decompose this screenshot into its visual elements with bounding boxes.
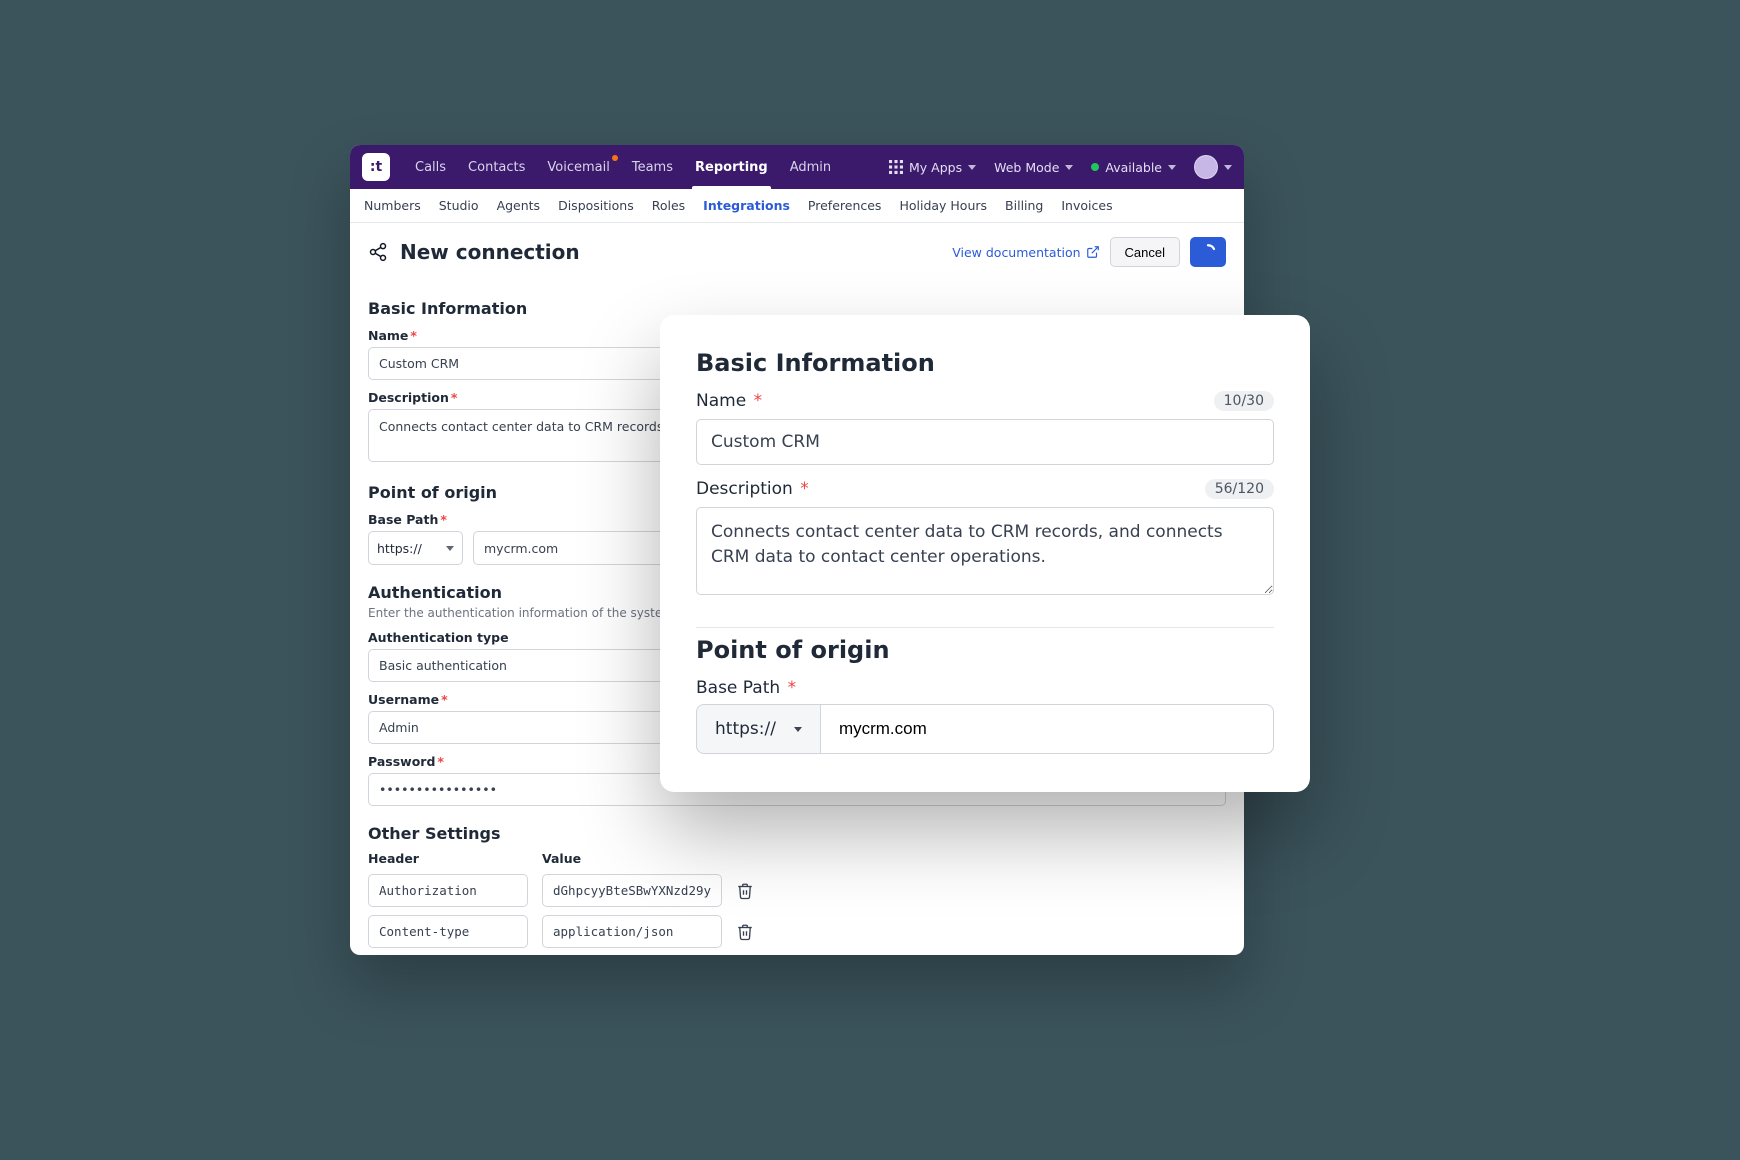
notification-dot-icon — [612, 155, 618, 161]
name-char-count: 10/30 — [1214, 391, 1274, 411]
top-navbar: :t Calls Contacts Voicemail Teams Report… — [350, 145, 1244, 189]
protocol-select[interactable]: https:// — [368, 531, 463, 565]
protocol-value: https:// — [377, 541, 422, 556]
card-protocol-select[interactable]: https:// — [696, 704, 820, 754]
web-mode-menu[interactable]: Web Mode — [994, 160, 1073, 175]
card-section-origin: Point of origin — [696, 636, 1274, 664]
card-base-url-input[interactable] — [820, 704, 1274, 754]
nav-label: Voicemail — [547, 160, 609, 175]
nav-contacts[interactable]: Contacts — [457, 145, 536, 189]
apps-grid-icon — [889, 160, 903, 174]
header-value-input[interactable] — [542, 915, 722, 948]
subnav-dispositions[interactable]: Dispositions — [558, 198, 634, 213]
share-icon — [368, 242, 388, 262]
subnav-integrations[interactable]: Integrations — [703, 198, 790, 213]
subnav-billing[interactable]: Billing — [1005, 198, 1043, 213]
page-title: New connection — [400, 240, 940, 264]
external-link-icon — [1086, 245, 1100, 259]
avatar — [1194, 155, 1218, 179]
card-section-basic: Basic Information — [696, 349, 1274, 377]
doc-link-label: View documentation — [952, 245, 1080, 260]
required-icon: * — [441, 692, 448, 707]
card-name-label: Name * — [696, 391, 762, 411]
required-icon: * — [754, 391, 763, 411]
page-actions: View documentation Cancel — [952, 237, 1226, 267]
nav-label: Calls — [415, 160, 446, 175]
required-icon: * — [440, 512, 447, 527]
nav-label: Admin — [790, 160, 831, 175]
save-button[interactable] — [1190, 237, 1226, 267]
page-header: New connection View documentation Cancel — [350, 223, 1244, 275]
card-name-input[interactable] — [696, 419, 1274, 465]
header-name-input[interactable] — [368, 915, 528, 948]
detail-card: Basic Information Name * 10/30 Descripti… — [660, 315, 1310, 792]
trash-icon[interactable] — [736, 882, 754, 900]
nav-teams[interactable]: Teams — [621, 145, 684, 189]
status-dot-icon — [1091, 163, 1099, 171]
secondary-nav: Numbers Studio Agents Dispositions Roles… — [350, 189, 1244, 223]
header-row — [368, 915, 1226, 948]
user-menu[interactable] — [1194, 155, 1232, 179]
subnav-invoices[interactable]: Invoices — [1061, 198, 1112, 213]
chevron-down-icon — [968, 165, 976, 170]
column-header-header: Header — [368, 851, 528, 866]
spinner-icon — [1199, 243, 1217, 261]
presence-menu[interactable]: Available — [1091, 160, 1176, 175]
divider — [696, 627, 1274, 628]
nav-voicemail[interactable]: Voicemail — [536, 145, 620, 189]
header-value-input[interactable] — [542, 874, 722, 907]
subnav-numbers[interactable]: Numbers — [364, 198, 421, 213]
app-logo[interactable]: :t — [362, 153, 390, 181]
card-basepath-label: Base Path * — [696, 678, 1274, 698]
nav-label: Teams — [632, 160, 673, 175]
chevron-down-icon — [794, 727, 802, 732]
my-apps-label: My Apps — [909, 160, 962, 175]
cancel-button[interactable]: Cancel — [1110, 237, 1180, 267]
nav-admin[interactable]: Admin — [779, 145, 842, 189]
nav-reporting[interactable]: Reporting — [684, 145, 779, 189]
card-description-label: Description * — [696, 479, 809, 499]
required-icon: * — [800, 479, 809, 499]
nav-calls[interactable]: Calls — [404, 145, 457, 189]
my-apps-menu[interactable]: My Apps — [889, 160, 976, 175]
section-other-title: Other Settings — [368, 824, 1226, 843]
status-label: Available — [1105, 160, 1162, 175]
subnav-preferences[interactable]: Preferences — [808, 198, 882, 213]
nav-label: Contacts — [468, 160, 525, 175]
subnav-holiday-hours[interactable]: Holiday Hours — [899, 198, 987, 213]
required-icon: * — [410, 328, 417, 343]
trash-icon[interactable] — [736, 923, 754, 941]
nav-label: Reporting — [695, 160, 768, 175]
required-icon: * — [437, 754, 444, 769]
subnav-roles[interactable]: Roles — [652, 198, 685, 213]
view-documentation-link[interactable]: View documentation — [952, 245, 1099, 260]
card-description-input[interactable]: Connects contact center data to CRM reco… — [696, 507, 1274, 595]
column-header-value: Value — [542, 851, 722, 866]
topbar-right: My Apps Web Mode Available — [889, 155, 1232, 179]
required-icon: * — [788, 678, 797, 698]
chevron-down-icon — [1065, 165, 1073, 170]
subnav-agents[interactable]: Agents — [497, 198, 541, 213]
required-icon: * — [451, 390, 458, 405]
header-name-input[interactable] — [368, 874, 528, 907]
chevron-down-icon — [1224, 165, 1232, 170]
primary-nav: Calls Contacts Voicemail Teams Reporting… — [404, 145, 842, 189]
web-mode-label: Web Mode — [994, 160, 1059, 175]
subnav-studio[interactable]: Studio — [439, 198, 479, 213]
chevron-down-icon — [1168, 165, 1176, 170]
header-row — [368, 874, 1226, 907]
description-char-count: 56/120 — [1205, 479, 1274, 499]
protocol-value: https:// — [715, 719, 776, 739]
chevron-down-icon — [446, 546, 454, 551]
